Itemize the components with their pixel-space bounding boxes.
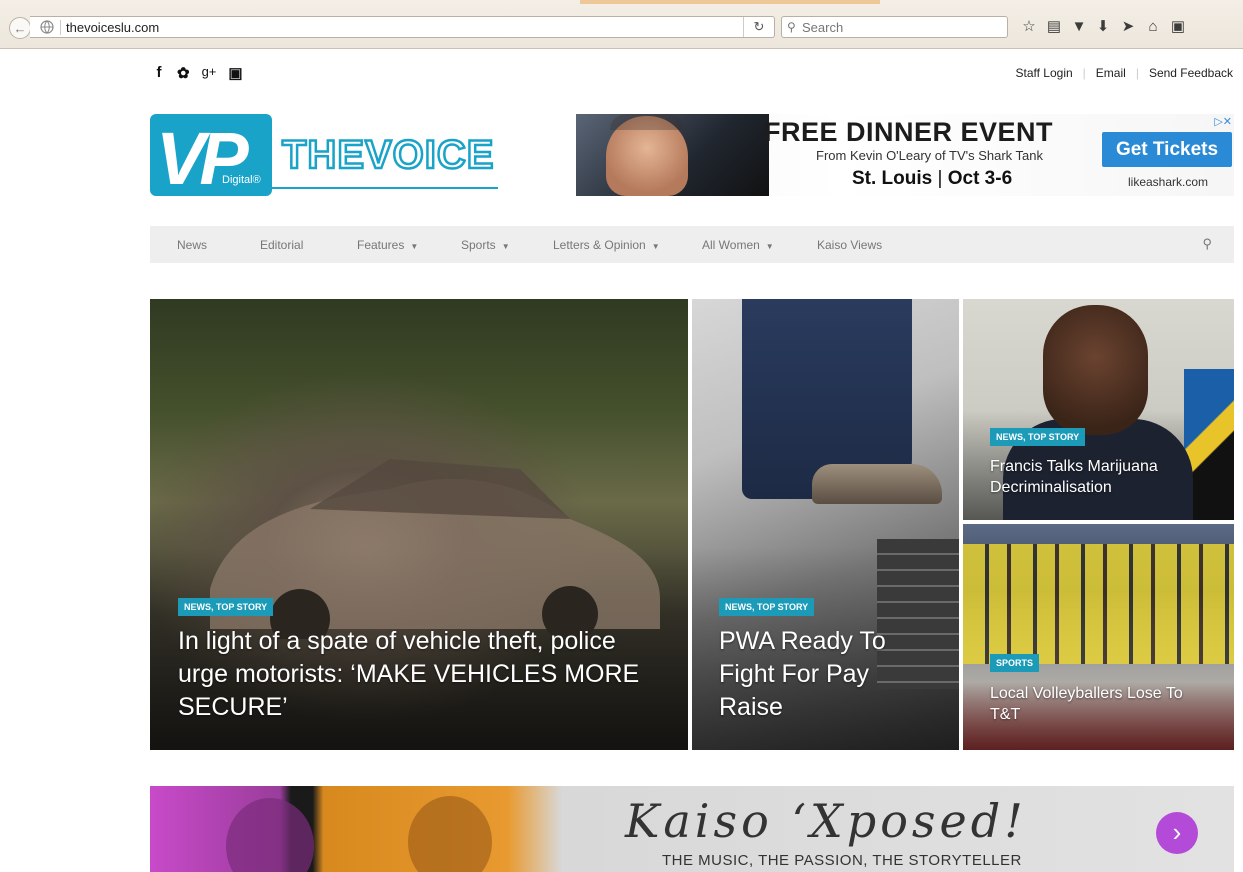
portrait-image — [1043, 305, 1148, 435]
bookmarks-list-icon[interactable]: ▤ — [1043, 16, 1065, 38]
url-text[interactable]: thevoiceslu.com — [66, 20, 159, 35]
ad-banner[interactable]: FREE DINNER EVENT From Kevin O'Leary of … — [576, 114, 1234, 196]
story-tag[interactable]: SPORTS — [990, 654, 1040, 672]
browser-search-input[interactable]: ⚲ Search — [781, 16, 1008, 38]
nav-item-label: News — [177, 238, 208, 252]
ad-location: St. Louis | Oct 3-6 — [852, 168, 1013, 189]
nav-item-all-women[interactable]: All Women ▼ — [702, 238, 774, 252]
ad-photo — [576, 114, 769, 196]
banner-title: Kaiso ‘Xposed! — [625, 794, 1027, 848]
shoe-image — [812, 464, 942, 504]
twitter-icon[interactable]: ✿ — [177, 64, 190, 82]
logo-wordmark: THEVOICE — [282, 133, 494, 177]
next-arrow-icon[interactable]: › — [1156, 812, 1198, 854]
chevron-down-icon: ▼ — [501, 242, 510, 251]
bookmark-star-icon[interactable]: ☆ — [1018, 16, 1040, 38]
nav-item-label: Kaiso Views — [817, 238, 883, 252]
team-photo-image — [963, 544, 1234, 664]
nav-item-sports[interactable]: Sports ▼ — [461, 238, 510, 252]
link-divider: | — [1082, 66, 1086, 80]
send-icon[interactable]: ➤ — [1117, 16, 1139, 38]
story-card-fourth[interactable]: SPORTS Local Volleyballers Lose To T&T — [963, 524, 1234, 750]
logo-digital-badge: Digital® — [222, 174, 261, 186]
nav-item-label: Editorial — [260, 238, 304, 252]
story-title[interactable]: In light of a spate of vehicle theft, po… — [178, 625, 668, 724]
top-links: Staff Login | Email | Send Feedback — [1016, 66, 1234, 80]
arrow-left-icon: ← — [13, 20, 27, 36]
send-feedback-link[interactable]: Send Feedback — [1149, 66, 1233, 80]
story-tag[interactable]: NEWS, TOP STORY — [178, 598, 274, 616]
ad-hair — [610, 114, 684, 130]
nav-search-icon[interactable]: ⚲ — [1202, 236, 1212, 252]
ad-domain: likeashark.com — [1128, 175, 1209, 189]
singer-image-left — [226, 798, 314, 872]
chevron-down-icon: ▼ — [765, 242, 774, 251]
nav-item-label: Letters & Opinion — [553, 238, 646, 252]
ad-headline: FREE DINNER EVENT — [764, 117, 1054, 147]
banner-subtitle: THE MUSIC, THE PASSION, THE STORYTELLER — [662, 852, 1022, 869]
home-icon[interactable]: ⌂ — [1142, 16, 1164, 38]
url-separator — [60, 20, 61, 35]
site-logo[interactable]: VP Digital® THEVOICE — [150, 114, 498, 196]
search-placeholder: Search — [802, 20, 844, 35]
nav-item-label: Features — [357, 238, 405, 252]
story-tag[interactable]: NEWS, TOP STORY — [719, 598, 815, 616]
pocket-icon[interactable]: ▼ — [1068, 16, 1090, 38]
ad-choices-icon[interactable]: ▷✕ — [1214, 115, 1232, 128]
tab-accent — [580, 0, 880, 4]
nav-item-label: Sports — [461, 238, 496, 252]
google-plus-icon[interactable]: g+ — [202, 64, 217, 82]
nav-item-editorial[interactable]: Editorial — [260, 238, 303, 252]
browser-toolbar: ← thevoiceslu.com ↻ ⚲ Search ☆ ▤ ▼ ⬇ ➤ ⌂… — [0, 0, 1243, 49]
facebook-icon[interactable]: f — [153, 64, 165, 82]
reload-icon: ↻ — [753, 19, 765, 34]
nav-item-kaiso-views[interactable]: Kaiso Views — [817, 238, 882, 252]
story-card-main[interactable]: NEWS, TOP STORY In light of a spate of v… — [150, 299, 688, 750]
staff-login-link[interactable]: Staff Login — [1016, 66, 1073, 80]
nav-item-features[interactable]: Features ▼ — [357, 238, 418, 252]
main-nav: News Editorial Features ▼ Sports ▼ Letters… — [150, 226, 1234, 263]
email-link[interactable]: Email — [1096, 66, 1126, 80]
social-icons: f ✿ g+ ▣ — [153, 64, 243, 82]
singer-image-right — [408, 796, 492, 872]
chevron-down-icon: ▼ — [410, 242, 419, 251]
globe-icon — [40, 20, 54, 34]
get-tickets-button[interactable]: Get Tickets — [1102, 132, 1232, 167]
downloads-icon[interactable]: ⬇ — [1092, 16, 1114, 38]
nav-item-news[interactable]: News — [177, 238, 207, 252]
story-card-second[interactable]: NEWS, TOP STORY PWA Ready To Fight For P… — [692, 299, 959, 750]
url-bar[interactable]: thevoiceslu.com ↻ — [30, 16, 775, 38]
search-icon: ⚲ — [787, 20, 796, 34]
nav-item-letters-opinion[interactable]: Letters & Opinion ▼ — [553, 238, 660, 252]
back-button[interactable]: ← — [9, 17, 31, 39]
window-icon[interactable]: ▣ — [1167, 16, 1189, 38]
story-title[interactable]: PWA Ready To Fight For Pay Raise — [719, 625, 939, 724]
story-title[interactable]: Local Volleyballers Lose To T&T — [990, 683, 1210, 725]
ad-city: St. Louis — [852, 168, 933, 189]
story-title[interactable]: Francis Talks Marijuana Decriminalisatio… — [990, 456, 1210, 498]
nav-item-label: All Women — [702, 238, 760, 252]
ad-dates: Oct 3-6 — [947, 168, 1013, 189]
instagram-icon[interactable]: ▣ — [228, 64, 242, 82]
chevron-down-icon: ▼ — [651, 242, 660, 251]
ad-subline: From Kevin O'Leary of TV's Shark Tank — [816, 148, 1044, 163]
link-divider: | — [1135, 66, 1139, 80]
reload-button[interactable]: ↻ — [743, 17, 774, 37]
story-card-third[interactable]: NEWS, TOP STORY Francis Talks Marijuana … — [963, 299, 1234, 520]
story-tag[interactable]: NEWS, TOP STORY — [990, 428, 1086, 446]
kaiso-xposed-banner[interactable]: Kaiso ‘Xposed! THE MUSIC, THE PASSION, T… — [150, 786, 1234, 872]
